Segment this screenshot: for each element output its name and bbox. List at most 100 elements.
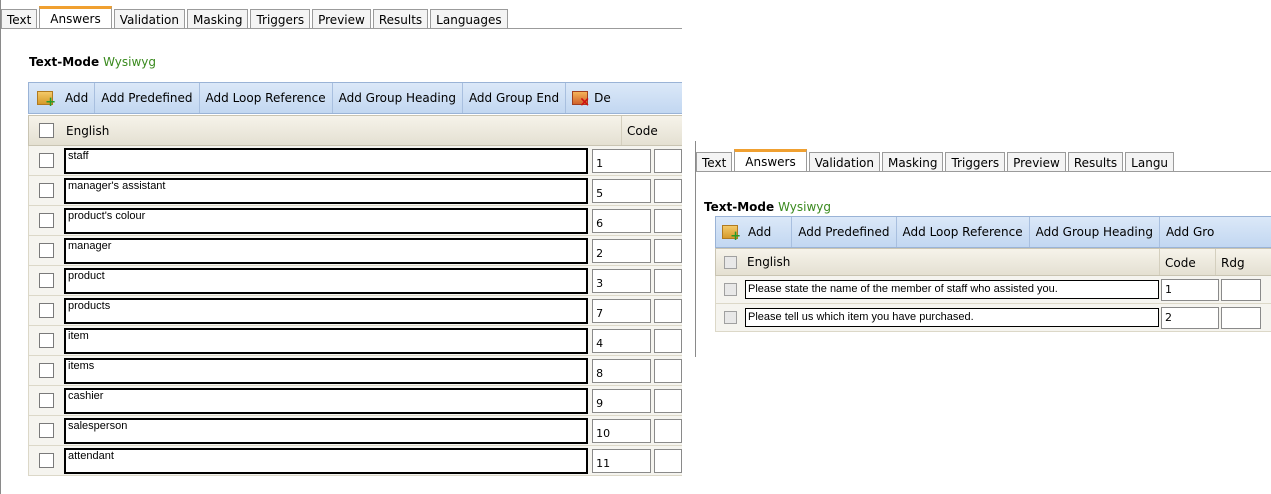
answer-text-input[interactable]: product <box>64 267 589 294</box>
tab-answers[interactable]: Answers <box>39 6 112 29</box>
answer-code-input[interactable]: 10 <box>592 418 651 443</box>
answer-extra-input[interactable] <box>653 358 682 383</box>
tab-masking[interactable]: Masking <box>187 9 249 29</box>
answer-code-input[interactable]: 1 <box>1161 278 1219 301</box>
answer-code-input[interactable]: 7 <box>592 298 651 323</box>
tab-validation[interactable]: Validation <box>808 152 880 172</box>
answer-extra-input[interactable] <box>1221 278 1261 301</box>
row-checkbox[interactable] <box>39 333 54 348</box>
row-checkbox[interactable] <box>39 273 54 288</box>
answer-text-input[interactable]: item <box>64 327 589 354</box>
row-checkbox[interactable] <box>39 303 54 318</box>
row-checkbox[interactable] <box>39 363 54 378</box>
answers-editor-right: Text Answers Validation Masking Triggers… <box>695 141 1271 357</box>
answer-text-input[interactable]: product's colour <box>64 207 589 234</box>
wysiwyg-link[interactable]: Wysiwyg <box>778 200 831 214</box>
answer-code-input[interactable]: 8 <box>592 358 651 383</box>
add-group-end-button[interactable]: Add Group End <box>463 83 567 113</box>
editor-mode-switch: Text-Mode Wysiwyg <box>704 200 831 214</box>
answer-extra-input[interactable] <box>653 328 682 353</box>
add-group-heading-button[interactable]: Add Group Heading <box>1030 217 1160 247</box>
answer-code-input[interactable]: 2 <box>592 238 651 263</box>
answer-extra-input[interactable] <box>653 268 682 293</box>
tab-divider <box>696 171 1271 172</box>
answer-text-input[interactable]: products <box>64 297 589 324</box>
delete-button[interactable]: De <box>566 83 611 113</box>
row-checkbox[interactable] <box>39 393 54 408</box>
answer-extra-input[interactable] <box>653 418 682 443</box>
answer-text-input[interactable]: Please state the name of the member of s… <box>745 280 1159 299</box>
column-header-english: English <box>747 255 791 269</box>
answer-row: salesperson 10 <box>28 416 682 446</box>
add-loop-reference-button[interactable]: Add Loop Reference <box>897 217 1030 247</box>
answer-text-input[interactable]: cashier <box>64 387 589 414</box>
row-checkbox[interactable] <box>39 243 54 258</box>
tab-answers[interactable]: Answers <box>734 149 807 172</box>
answers-toolbar: Add Add Predefined Add Loop Reference Ad… <box>715 216 1271 248</box>
answer-code-input[interactable]: 1 <box>592 148 651 173</box>
tab-divider <box>1 28 682 29</box>
row-checkbox[interactable] <box>39 453 54 468</box>
add-group-end-button[interactable]: Add Gro <box>1160 217 1220 247</box>
text-mode-label: Text-Mode <box>704 200 775 214</box>
row-checkbox[interactable] <box>39 183 54 198</box>
answer-extra-input[interactable] <box>653 208 682 233</box>
tab-triggers[interactable]: Triggers <box>250 9 311 29</box>
row-checkbox[interactable] <box>39 153 54 168</box>
answer-row: manager 2 <box>28 236 682 266</box>
add-group-heading-button[interactable]: Add Group Heading <box>333 83 463 113</box>
answer-code-input[interactable]: 5 <box>592 178 651 203</box>
tab-languages[interactable]: Languages <box>430 9 508 29</box>
answer-code-input[interactable]: 3 <box>592 268 651 293</box>
answer-text-input[interactable]: manager's assistant <box>64 177 589 204</box>
tab-preview[interactable]: Preview <box>312 9 371 29</box>
answer-code-input[interactable]: 11 <box>592 448 651 473</box>
add-row-icon <box>722 225 741 243</box>
tab-preview[interactable]: Preview <box>1007 152 1066 172</box>
answer-text-input[interactable]: manager <box>64 237 589 264</box>
row-checkbox[interactable] <box>724 311 737 324</box>
row-checkbox[interactable] <box>39 423 54 438</box>
tab-text[interactable]: Text <box>696 152 733 172</box>
tab-results[interactable]: Results <box>372 9 429 29</box>
add-loop-reference-button[interactable]: Add Loop Reference <box>200 83 333 113</box>
column-header-code: Code <box>1159 249 1215 275</box>
column-header-english: English <box>66 123 110 138</box>
add-button[interactable]: Add <box>29 83 96 113</box>
row-checkbox[interactable] <box>39 213 54 228</box>
add-predefined-button[interactable]: Add Predefined <box>792 217 897 247</box>
answer-text-input[interactable]: Please tell us which item you have purch… <box>745 308 1159 327</box>
tab-masking[interactable]: Masking <box>882 152 944 172</box>
answer-code-input[interactable]: 2 <box>1161 306 1219 329</box>
tab-triggers[interactable]: Triggers <box>945 152 1006 172</box>
column-header-code: Code <box>621 116 682 145</box>
answer-extra-input[interactable] <box>653 178 682 203</box>
wysiwyg-link[interactable]: Wysiwyg <box>103 55 156 69</box>
answer-text-input[interactable]: staff <box>64 147 589 174</box>
answer-text-input[interactable]: attendant <box>64 447 589 474</box>
tab-text[interactable]: Text <box>1 9 38 29</box>
add-button[interactable]: Add <box>716 217 793 247</box>
tab-results[interactable]: Results <box>1067 152 1124 172</box>
answer-extra-input[interactable] <box>653 448 682 473</box>
answer-code-input[interactable]: 9 <box>592 388 651 413</box>
answer-row: staff 1 <box>28 146 682 176</box>
add-predefined-button[interactable]: Add Predefined <box>95 83 200 113</box>
answer-extra-input[interactable] <box>653 148 682 173</box>
answer-extra-input[interactable] <box>1221 306 1261 329</box>
answer-extra-input[interactable] <box>653 298 682 323</box>
select-all-checkbox[interactable] <box>724 255 737 269</box>
tab-bar: Text Answers Validation Masking Triggers… <box>696 149 1176 172</box>
row-checkbox[interactable] <box>724 283 737 296</box>
tab-validation[interactable]: Validation <box>113 9 185 29</box>
answer-code-input[interactable]: 4 <box>592 328 651 353</box>
answer-extra-input[interactable] <box>653 238 682 263</box>
answer-extra-input[interactable] <box>653 388 682 413</box>
tab-languages[interactable]: Langu <box>1125 152 1175 172</box>
answer-row: Please tell us which item you have purch… <box>715 304 1271 332</box>
answer-text-input[interactable]: salesperson <box>64 417 589 444</box>
answers-grid: English Code Rdg Please state the name o… <box>715 248 1271 332</box>
answer-text-input[interactable]: items <box>64 357 589 384</box>
answer-code-input[interactable]: 6 <box>592 208 651 233</box>
select-all-checkbox[interactable] <box>39 123 54 138</box>
